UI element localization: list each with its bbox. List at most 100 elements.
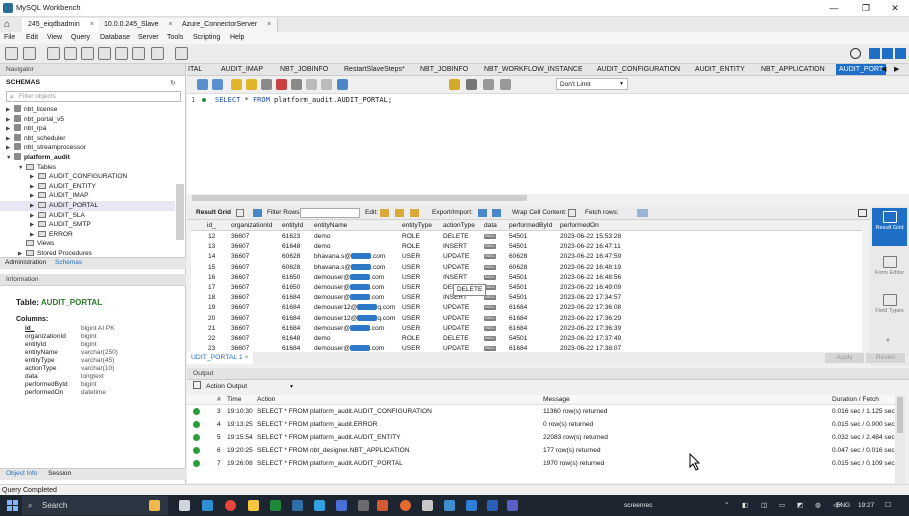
table-row[interactable]: 13 36607 61648 demo ROLE INSERT NULL 54501 2023-… bbox=[191, 242, 870, 252]
grid-cell[interactable]: 2023-06-22 17:36:29 bbox=[560, 314, 621, 324]
grid-cell[interactable]: NULL bbox=[484, 303, 496, 313]
tree-item-table-selected[interactable]: ▶ AUDIT_PORTAL bbox=[0, 200, 175, 211]
grid-cell[interactable]: 18 bbox=[208, 293, 215, 303]
grid-cell[interactable]: NULL bbox=[484, 232, 496, 242]
tree-item-table[interactable]: ▶ AUDIT_SLA bbox=[0, 211, 175, 221]
export-icon[interactable] bbox=[478, 209, 487, 217]
grid-cell[interactable]: USER bbox=[402, 252, 420, 262]
output-row[interactable]: 5 19:15:54 SELECT * FROM platform_audit.AU… bbox=[187, 431, 895, 444]
taskbar-search-box[interactable]: ⌕ Search bbox=[22, 496, 168, 515]
tray-icon[interactable]: ▭ bbox=[779, 495, 785, 516]
windows-start-icon[interactable] bbox=[7, 500, 18, 511]
refresh-schemas-icon[interactable]: ↻ bbox=[170, 79, 176, 87]
wrap-cell-icon[interactable] bbox=[568, 209, 576, 217]
tree-item-table[interactable]: ▶ AUDIT_IMAP bbox=[0, 191, 175, 201]
home-icon[interactable]: ⌂ bbox=[4, 18, 18, 31]
toggle-sidebar-icon[interactable] bbox=[869, 48, 880, 59]
grid-cell[interactable]: bhavana.s@ .com bbox=[314, 263, 385, 273]
toggle-secondary-sidebar-icon[interactable] bbox=[895, 48, 906, 59]
tree-item-schema[interactable]: ▶ nbt_scheduler bbox=[0, 133, 175, 144]
tray-icon[interactable]: ◧ bbox=[742, 495, 748, 516]
grid-cell[interactable]: 2023-06-22 16:48:56 bbox=[560, 273, 621, 283]
tab-scroll-right-icon[interactable]: ▶ bbox=[894, 64, 899, 75]
tab-schemas[interactable]: Schemas bbox=[55, 259, 82, 266]
output-row[interactable]: 6 19:20:25 SELECT * FROM nbt_designer.NBT_… bbox=[187, 444, 895, 457]
autocommit-icon[interactable] bbox=[337, 79, 348, 90]
create-procedure-icon[interactable] bbox=[115, 47, 128, 60]
menu-server[interactable]: Server bbox=[138, 32, 159, 44]
column-header[interactable]: organizationId bbox=[231, 221, 272, 231]
table-row[interactable]: 12 36607 61623 demo ROLE DELETE NULL 54501 2023-… bbox=[191, 232, 870, 242]
query-tab[interactable]: AUDIT_ENTITY bbox=[695, 64, 745, 75]
grid-cell[interactable]: 60628 bbox=[282, 252, 300, 262]
import-icon[interactable] bbox=[492, 209, 501, 217]
grid-cell[interactable]: 22 bbox=[208, 334, 215, 344]
tab-scroll-left-icon[interactable]: ◀ bbox=[881, 64, 886, 75]
column-header[interactable]: data bbox=[484, 221, 497, 231]
task-view-icon[interactable] bbox=[179, 500, 190, 511]
find-icon[interactable] bbox=[466, 79, 477, 90]
grid-cell[interactable]: 36607 bbox=[231, 293, 249, 303]
filter-rows-input[interactable] bbox=[300, 208, 360, 218]
grid-vertical-scrollbar[interactable] bbox=[862, 221, 870, 354]
execute-lightning-icon[interactable] bbox=[231, 79, 242, 90]
fetch-next-icon[interactable] bbox=[637, 209, 648, 217]
grid-cell[interactable]: UPDATE bbox=[443, 303, 469, 313]
wrap-lines-icon[interactable] bbox=[500, 79, 511, 90]
chrome-browser-icon[interactable] bbox=[225, 500, 236, 511]
app-icon[interactable] bbox=[336, 500, 347, 511]
grid-cell[interactable]: 61684 bbox=[282, 324, 300, 334]
grid-cell[interactable]: UPDATE bbox=[443, 263, 469, 273]
column-header[interactable]: performedOn bbox=[560, 221, 599, 231]
menu-edit[interactable]: Edit bbox=[26, 32, 38, 44]
field-types-button[interactable]: Field Types bbox=[872, 294, 907, 324]
language-indicator[interactable]: ENG bbox=[836, 495, 850, 516]
menu-file[interactable]: File bbox=[4, 32, 15, 44]
grid-cell[interactable]: demouser@ .com bbox=[314, 324, 384, 334]
tree-item-schema[interactable]: ▶ nbt_streamprocessor bbox=[0, 143, 175, 153]
maximize-button[interactable]: ❐ bbox=[855, 2, 877, 15]
app-icon[interactable] bbox=[444, 500, 455, 511]
settings-gear-icon[interactable] bbox=[850, 48, 861, 59]
grid-cell[interactable]: NULL bbox=[484, 314, 496, 324]
toggle-panel-icon[interactable] bbox=[858, 209, 867, 217]
invisible-chars-icon[interactable] bbox=[483, 79, 494, 90]
column-header[interactable]: entityName bbox=[314, 221, 347, 231]
open-sql-script-icon[interactable] bbox=[23, 47, 36, 60]
grid-cell[interactable]: 61684 bbox=[509, 324, 527, 334]
tray-icon[interactable]: ◩ bbox=[797, 495, 803, 516]
tray-icon[interactable]: ◫ bbox=[761, 495, 767, 516]
grid-cell[interactable]: 61648 bbox=[282, 242, 300, 252]
filter-objects-input[interactable]: ⌕ Filter objects bbox=[6, 91, 181, 102]
query-tab-active[interactable]: AUDIT_PORT bbox=[836, 64, 887, 75]
column-header[interactable]: entityType bbox=[402, 221, 432, 231]
teams-icon[interactable] bbox=[507, 500, 518, 511]
tray-chevron-icon[interactable]: ⌃ bbox=[724, 495, 729, 516]
grid-cell[interactable]: 36607 bbox=[231, 252, 249, 262]
grid-cell[interactable]: ROLE bbox=[402, 242, 420, 252]
connection-tab[interactable]: 245_eiqdbadmin × bbox=[22, 18, 101, 32]
grid-cell[interactable]: USER bbox=[402, 314, 420, 324]
tree-item-table[interactable]: ▶ AUDIT_SMTP bbox=[0, 220, 175, 230]
grid-cell[interactable]: 60628 bbox=[509, 263, 527, 273]
grid-cell[interactable]: 2023-06-22 16:49:09 bbox=[560, 283, 621, 293]
open-file-icon[interactable] bbox=[197, 79, 208, 90]
grid-cell[interactable]: 17 bbox=[208, 283, 215, 293]
grid-cell[interactable]: 36607 bbox=[231, 324, 249, 334]
grid-cell[interactable]: 2023-06-22 17:34:57 bbox=[560, 293, 621, 303]
output-row[interactable]: 4 19:13:25 SELECT * FROM platform_audit.ER… bbox=[187, 418, 895, 431]
edge-browser-icon[interactable] bbox=[202, 500, 213, 511]
reconnect-icon[interactable] bbox=[175, 47, 188, 60]
app-icon[interactable] bbox=[377, 500, 388, 511]
output-type-select[interactable]: Action Output ▼ bbox=[193, 381, 296, 393]
grid-cell[interactable]: 36607 bbox=[231, 283, 249, 293]
grid-cell[interactable]: 15 bbox=[208, 263, 215, 273]
grid-cell[interactable]: 54501 bbox=[509, 232, 527, 242]
output-scrollbar[interactable] bbox=[895, 395, 905, 483]
grid-cell[interactable]: demo bbox=[314, 232, 331, 242]
grid-cell[interactable]: DELETE bbox=[443, 334, 469, 344]
new-sql-tab-icon[interactable] bbox=[5, 47, 18, 60]
stop-icon[interactable] bbox=[276, 79, 287, 90]
firefox-icon[interactable] bbox=[400, 500, 411, 511]
grid-cell[interactable]: demo bbox=[314, 334, 331, 344]
